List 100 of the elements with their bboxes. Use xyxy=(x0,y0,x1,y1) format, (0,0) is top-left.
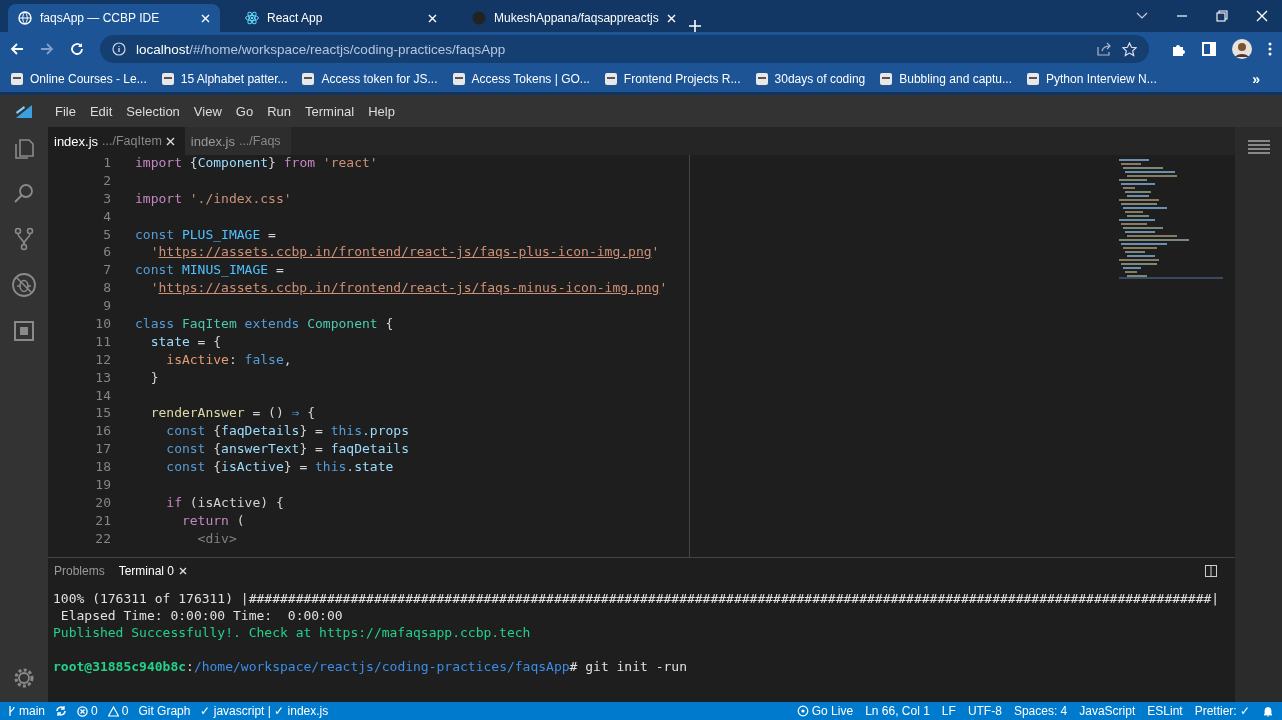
ide-logo-icon xyxy=(15,103,33,119)
line-number: 16 xyxy=(94,423,111,441)
line-number: 5 xyxy=(102,226,111,244)
menu-item[interactable]: Go xyxy=(228,103,261,119)
line-number: 12 xyxy=(94,351,111,369)
atom-icon xyxy=(245,11,259,25)
settings-icon[interactable] xyxy=(12,666,36,690)
bookmark[interactable]: Access Tokens | GO... xyxy=(451,72,590,86)
restore-icon[interactable] xyxy=(1216,10,1228,22)
warning-icon xyxy=(107,705,119,717)
status-item[interactable]: Git Graph xyxy=(138,704,191,718)
line-number: 2 xyxy=(102,172,111,190)
line-number: 20 xyxy=(94,494,111,512)
close-icon[interactable] xyxy=(179,567,188,575)
terminal-line: 100% (176311 of 176311) |###########################################################################################################################| xyxy=(53,590,1220,607)
line-number: 1 xyxy=(102,155,111,172)
code-line: const PLUS_IMAGE = xyxy=(135,226,276,244)
code-line: const {answerText} = faqDetails xyxy=(165,441,409,459)
back-icon[interactable] xyxy=(10,42,24,56)
more-bookmarks-button[interactable]: » xyxy=(1246,70,1272,88)
source-control-icon[interactable] xyxy=(12,227,36,251)
line-number: 21 xyxy=(94,512,111,530)
code-line: 'https://assets.ccbp.in/frontend/react-js/faqs-plus-icon-img.png' xyxy=(149,244,660,262)
code-line: <div> xyxy=(196,530,237,548)
status-item[interactable]: LF xyxy=(941,704,956,718)
line-number: 17 xyxy=(94,441,111,459)
kebab-menu-icon[interactable] xyxy=(1268,42,1272,56)
bookmark[interactable]: 15 Alphabet patter... xyxy=(160,72,288,86)
menu-item[interactable]: File xyxy=(48,103,83,119)
favicon-icon xyxy=(160,72,175,86)
status-item[interactable]: Go Live xyxy=(796,704,854,718)
chevron-down-icon[interactable] xyxy=(1136,12,1148,20)
favicon-icon xyxy=(603,72,618,86)
avatar-icon[interactable] xyxy=(1232,39,1252,59)
line-number: 8 xyxy=(102,280,111,298)
browser-tab[interactable]: React App xyxy=(235,4,447,32)
address-bar[interactable]: localhost/#/home/workspace/reactjs/coding-practices/faqsApp xyxy=(100,35,1149,63)
bell-icon[interactable] xyxy=(1262,705,1274,717)
line-number: 9 xyxy=(102,298,111,316)
code-line: return ( xyxy=(180,512,245,530)
code-line: renderAnswer = () ⇒ { xyxy=(149,405,316,423)
close-icon[interactable] xyxy=(165,136,175,146)
code-line: const {isActive} = this.state xyxy=(165,459,394,477)
status-item[interactable]: Ln 66, Col 1 xyxy=(865,704,930,718)
editor-tab[interactable]: index.js .../FaqItem xyxy=(48,127,185,155)
bookmark[interactable]: Frontend Projects R... xyxy=(603,72,741,86)
menu-item[interactable]: Run xyxy=(260,103,298,119)
star-icon[interactable] xyxy=(1122,41,1137,57)
editor-tab[interactable]: index.js .../Faqs xyxy=(184,127,291,155)
status-item[interactable]: Spaces: 4 xyxy=(1013,704,1068,718)
new-tab-icon[interactable] xyxy=(689,20,701,32)
line-number: 3 xyxy=(102,190,111,208)
browser-tab[interactable]: MukeshAppana/faqsappreactjs xyxy=(462,4,674,32)
menu-item[interactable]: View xyxy=(186,103,229,119)
code-line: state = { xyxy=(149,333,222,351)
line-number: 14 xyxy=(94,387,111,405)
favicon-icon xyxy=(10,72,24,86)
terminal-line: Published Successfully!. Check at https://mafaqsapp.ccbp.tech xyxy=(53,624,531,641)
bookmark[interactable]: Online Courses - Le... xyxy=(10,72,147,86)
line-number: 22 xyxy=(94,530,111,548)
code-line: class FaqItem extends Component { xyxy=(135,316,394,333)
extensions-icon[interactable] xyxy=(12,319,36,343)
files-icon[interactable] xyxy=(12,137,36,161)
status-item[interactable]: main xyxy=(8,704,45,718)
bug-icon[interactable] xyxy=(11,272,37,298)
status-item[interactable]: 0 xyxy=(77,704,98,718)
reload-icon[interactable] xyxy=(70,42,84,56)
status-item[interactable]: Prettier: ✓ xyxy=(1194,704,1250,718)
globe-icon xyxy=(18,11,32,25)
panel-tab[interactable]: Problems xyxy=(54,560,105,582)
side-panel-icon[interactable] xyxy=(1202,42,1216,56)
sync-icon[interactable] xyxy=(55,705,67,717)
bookmark[interactable]: Bubbling and captu... xyxy=(879,72,1013,86)
menu-item[interactable]: Selection xyxy=(119,103,187,119)
status-item[interactable]: 0 xyxy=(107,704,129,718)
status-item[interactable]: ✓ javascript | ✓ index.js xyxy=(200,704,329,718)
code-line: if (isActive) { xyxy=(165,494,284,512)
code-line: const MINUS_IMAGE = xyxy=(135,262,284,280)
status-item[interactable]: JavaScript xyxy=(1079,704,1136,718)
status-item[interactable]: ESLint xyxy=(1147,704,1183,718)
line-number: 11 xyxy=(94,333,111,351)
status-item[interactable]: UTF-8 xyxy=(967,704,1002,718)
forward-icon[interactable] xyxy=(40,42,54,56)
split-panel-icon[interactable] xyxy=(1205,565,1217,577)
menu-item[interactable]: Terminal xyxy=(298,103,362,119)
line-number: 7 xyxy=(102,262,111,280)
bookmark[interactable]: 30days of coding xyxy=(754,72,866,86)
bookmark[interactable]: Python Interview N... xyxy=(1026,72,1157,86)
outline-list-icon[interactable] xyxy=(1247,139,1270,155)
favicon-icon xyxy=(754,72,769,86)
favicon-icon xyxy=(301,72,316,86)
bookmark[interactable]: Access token for JS... xyxy=(301,72,438,86)
code-line: isActive: false, xyxy=(165,351,292,369)
browser-tab[interactable]: faqsApp — CCBP IDE xyxy=(8,4,220,32)
line-number: 6 xyxy=(102,244,111,262)
code-line: } xyxy=(149,369,159,387)
panel-tab[interactable]: Terminal 0 xyxy=(118,560,188,582)
menu-item[interactable]: Edit xyxy=(82,103,120,119)
share-icon[interactable] xyxy=(1096,42,1112,56)
menu-item[interactable]: Help xyxy=(361,103,402,119)
